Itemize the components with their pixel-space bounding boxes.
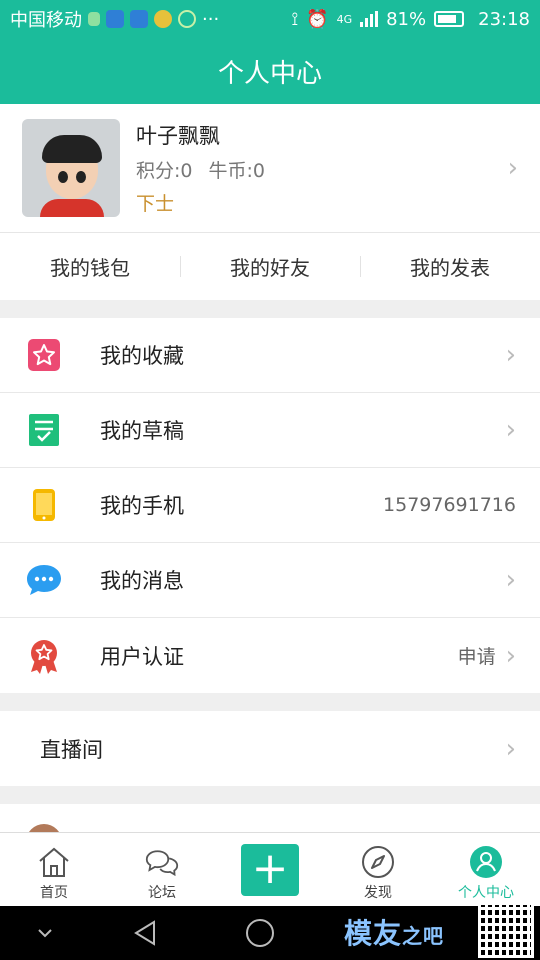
- user-stats: 积分:0 牛币:0: [136, 156, 508, 183]
- tab-forum-label: 论坛: [148, 885, 176, 901]
- qr-code-image: [478, 902, 534, 958]
- back-triangle-icon: [134, 920, 155, 946]
- menu-item-phone[interactable]: 我的手机 15797691716: [0, 468, 540, 543]
- add-post-button[interactable]: +: [241, 843, 299, 896]
- more-notifications-icon: ···: [202, 8, 220, 30]
- menu-label: 用户认证: [100, 644, 184, 669]
- home-circle-icon: [246, 919, 274, 947]
- badge-icon: [26, 638, 62, 674]
- avatar[interactable]: [22, 119, 120, 217]
- battery-percent: 81%: [386, 8, 427, 30]
- menu-group-live: 直播间 ›: [0, 711, 540, 786]
- chevron-down-icon: [38, 929, 52, 938]
- status-bar: 中国移动 ··· ⟟ ⏰ 4G 81% 23:18: [0, 0, 540, 38]
- page-title: 个人中心: [217, 58, 322, 89]
- profile-info: 叶子飘飘 积分:0 牛币:0 下士: [136, 120, 508, 216]
- menu-label: 我的收藏: [100, 344, 184, 368]
- tab-forum[interactable]: 论坛: [108, 833, 216, 906]
- home-icon: [37, 845, 71, 879]
- draft-icon: [26, 412, 62, 448]
- app-notification-icon-2: [130, 10, 148, 28]
- hide-nav-button[interactable]: [0, 928, 90, 938]
- chevron-right-icon: ›: [505, 565, 516, 595]
- menu-item-live-room[interactable]: 直播间 ›: [0, 711, 540, 786]
- game-notification-icon: [154, 10, 172, 28]
- menu-group-partial: [0, 804, 540, 834]
- chevron-right-icon: ›: [505, 640, 516, 671]
- home-nav-button[interactable]: [200, 918, 320, 948]
- user-rank: 下士: [136, 193, 175, 215]
- forum-icon: [145, 845, 179, 879]
- menu-label: 我的草稿: [100, 419, 184, 443]
- app-notification-icon: [106, 10, 124, 28]
- posts-link[interactable]: 我的发表: [360, 252, 540, 281]
- menu-label: 我的消息: [100, 569, 184, 593]
- friends-link[interactable]: 我的好友: [180, 252, 360, 281]
- chevron-right-icon: ›: [507, 153, 518, 183]
- wallet-link[interactable]: 我的钱包: [0, 252, 180, 281]
- system-nav-bar: [0, 906, 540, 960]
- profile-card[interactable]: 叶子飘飘 积分:0 牛币:0 下士 ›: [0, 104, 540, 232]
- wechat-notification-icon: [178, 10, 196, 28]
- tab-post[interactable]: +: [216, 833, 324, 906]
- tab-home-label: 首页: [40, 885, 68, 901]
- tab-profile-label: 个人中心: [458, 885, 514, 901]
- menu-label: 我的手机: [100, 494, 184, 518]
- tab-home[interactable]: 首页: [0, 833, 108, 906]
- network-type-label: 4G: [336, 12, 353, 26]
- quick-links: 我的钱包 我的好友 我的发表: [0, 232, 540, 300]
- chevron-right-icon: ›: [505, 733, 516, 764]
- coins-label: 牛币:0: [208, 160, 266, 182]
- phone-icon: [26, 487, 62, 523]
- tab-profile[interactable]: 个人中心: [432, 833, 540, 906]
- menu-item-drafts[interactable]: 我的草稿 ›: [0, 393, 540, 468]
- chevron-right-icon: ›: [505, 415, 516, 445]
- compass-icon: [361, 845, 395, 879]
- tab-discover[interactable]: 发现: [324, 833, 432, 906]
- star-icon: [26, 337, 62, 373]
- phone-number-value: 15797691716: [383, 494, 516, 516]
- menu-item-messages[interactable]: 我的消息 ›: [0, 543, 540, 618]
- clock: 23:18: [478, 8, 530, 30]
- points-label: 积分:0: [136, 160, 193, 182]
- back-button[interactable]: [90, 919, 200, 947]
- bottom-tab-bar: 首页 论坛 + 发现 个人中心: [0, 832, 540, 906]
- menu-item-verification[interactable]: 用户认证 申请 ›: [0, 618, 540, 693]
- user-name: 叶子飘飘: [136, 124, 220, 148]
- title-bar: 个人中心: [0, 38, 540, 104]
- vibrate-icon: ⟟: [291, 8, 299, 30]
- watermark-logo: 模友之吧: [343, 917, 444, 950]
- user-icon: [469, 845, 503, 879]
- menu-group-main: 我的收藏 › 我的草稿 › 我的手机 15797691716 我的消息 › 用户…: [0, 318, 540, 693]
- carrier-label: 中国移动: [10, 10, 82, 31]
- battery-icon: [434, 11, 465, 27]
- tab-discover-label: 发现: [364, 885, 392, 901]
- message-icon: [26, 562, 62, 598]
- menu-label: 直播间: [40, 737, 103, 762]
- chevron-right-icon: ›: [505, 340, 516, 370]
- alarm-icon: ⏰: [306, 8, 329, 30]
- lock-icon: [88, 12, 100, 26]
- verification-status: 申请: [457, 646, 496, 668]
- signal-icon: [360, 11, 379, 27]
- menu-item-favorites[interactable]: 我的收藏 ›: [0, 318, 540, 393]
